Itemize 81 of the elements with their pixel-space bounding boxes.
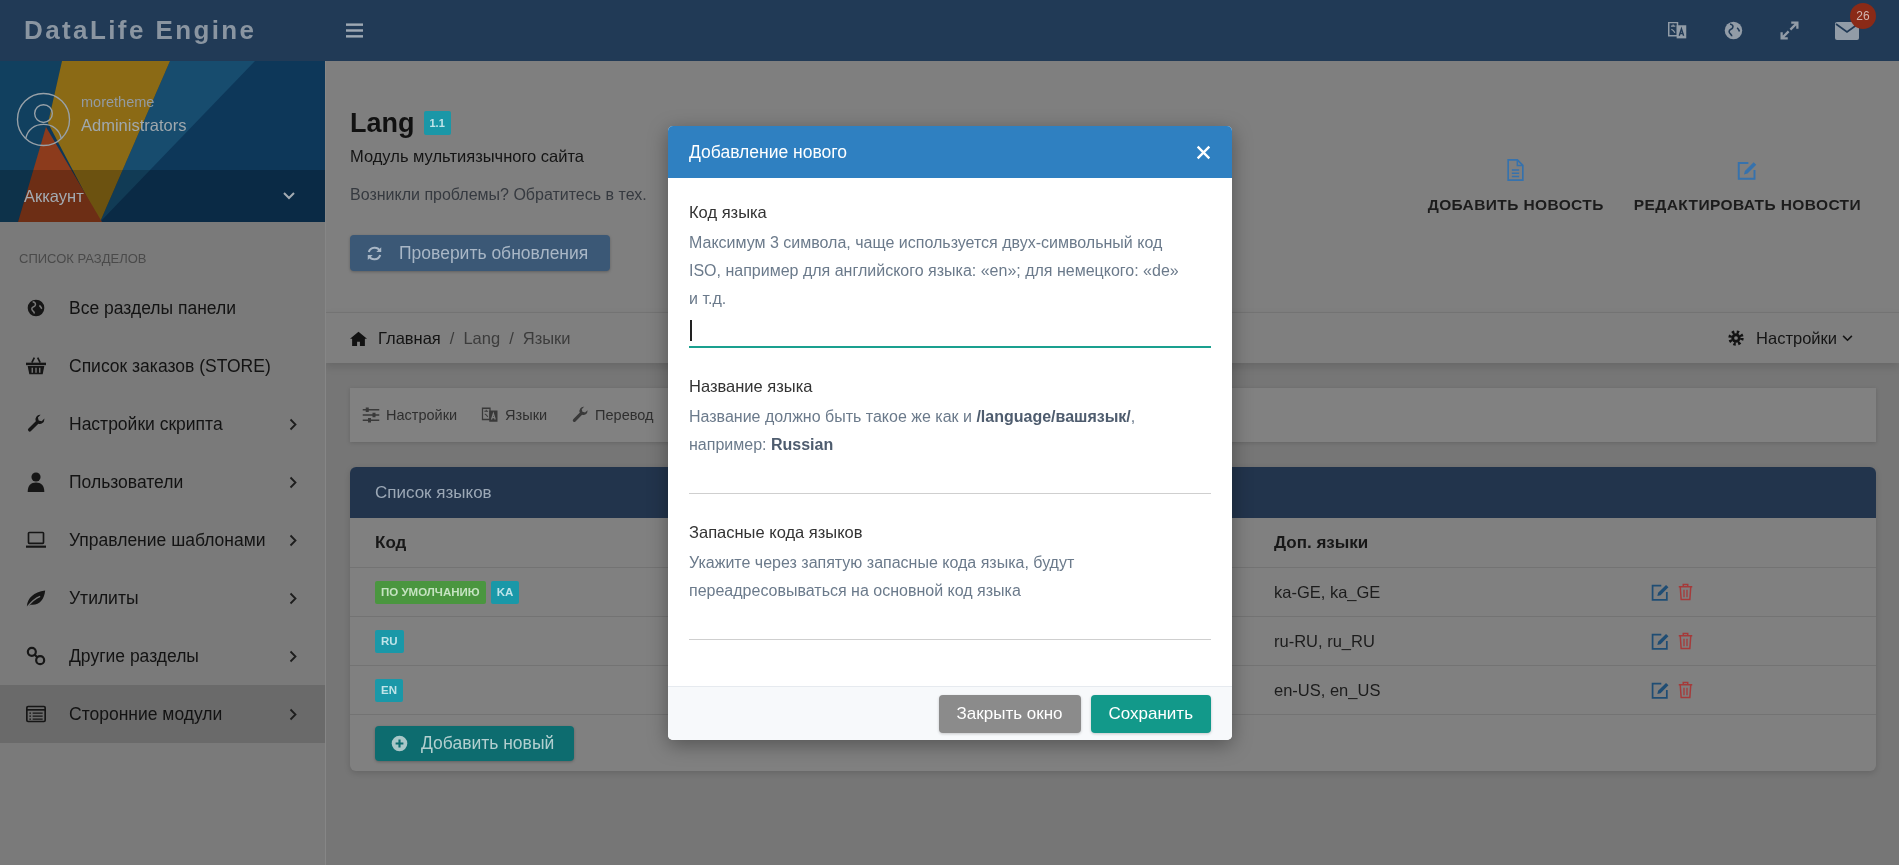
wrench-icon [26,414,46,434]
field-label: Название языка [689,377,813,395]
field-label: Запасные кода языков [689,523,863,541]
chevron-down-icon [283,192,295,200]
breadcrumb-link[interactable]: Главная [378,328,441,348]
sidebar-item[interactable]: Сторонние модули [0,685,325,743]
breadcrumb-link[interactable]: Lang [463,328,501,348]
default-tag: ПО УМОЛЧАНИЮ [375,580,486,604]
table-cell: ka-GE, ka_GE [1274,582,1381,602]
quick-action-link[interactable]: РЕДАКТИРОВАТЬ НОВОСТИ [1633,159,1861,215]
wrench-icon [571,406,590,424]
expand-icon[interactable] [1779,20,1800,41]
modal-title: Добавление нового [689,141,847,163]
column-header: Доп. языки [1274,532,1369,553]
breadcrumb-separator: / [449,328,455,348]
close-window-button[interactable]: Закрыть окно [938,694,1081,733]
breadcrumb-separator: / [509,328,514,348]
sidebar-item[interactable]: Утилиты [0,569,325,627]
language-code-tag: RU [375,629,404,653]
plus-circle-icon [391,735,408,752]
globe-icon[interactable] [1723,20,1744,41]
sidebar-item[interactable]: Управление шаблонами [0,511,325,569]
close-icon [1196,144,1211,160]
trash-icon[interactable] [1678,681,1693,699]
translate-icon [481,406,500,424]
add-new-button[interactable]: Добавить новый [375,726,575,761]
table-cell: en-US, en_US [1274,680,1381,700]
text-cursor-icon [690,320,692,341]
translate-icon[interactable] [1667,20,1688,41]
quick-action-link[interactable]: ДОБАВИТЬ НОВОСТЬ [1427,159,1604,215]
field-label: Код языка [689,203,767,221]
field-hint: Максимум 3 символа, чаще используется двух-символьный код ISO, например для английского языка: «en»; для немецкого: «de» и т.д. [689,233,1180,309]
save-button[interactable]: Сохранить [1090,694,1211,733]
envelope-icon[interactable] [1835,21,1859,40]
menu-icon[interactable] [346,23,363,38]
link-icon [26,646,46,666]
document-icon [1505,159,1527,181]
sliders-icon [362,406,380,424]
column-header: Код [375,532,407,553]
sidebar-item[interactable]: Другие разделы [0,627,325,685]
edit-icon[interactable] [1651,632,1670,650]
notification-count: 26 [1850,2,1876,29]
toolbar-link[interactable]: Перевод [571,406,654,424]
sidebar-item[interactable]: Список заказов (STORE) [0,337,325,395]
settings-dropdown[interactable]: Настройки [1728,328,1853,348]
globe-icon [26,298,46,318]
basket-icon [26,356,46,376]
refresh-icon [366,244,383,262]
avatar-icon [16,92,71,147]
trash-icon[interactable] [1678,583,1693,601]
page-subtitle: Модуль мультиязычного сайта [350,147,585,165]
sidebar-item[interactable]: Все разделы панели [0,279,325,337]
language-code-tag: KA [490,580,520,604]
support-text: Возникли проблемы? Обратитесь в тех. [350,186,647,203]
close-button[interactable] [1196,144,1211,160]
toolbar-link[interactable]: Настройки [362,406,458,424]
field-hint: Название должно быть такое же как и /language/вашязык/, например: Russian [689,407,1137,455]
sidebar-item[interactable]: Настройки скрипта [0,395,325,453]
list-window-icon [26,704,46,724]
edit-icon [1736,159,1758,181]
home-icon [350,330,367,346]
edit-icon[interactable] [1651,681,1670,699]
trash-icon[interactable] [1678,632,1693,650]
logo: DataLife Engine [24,15,257,45]
language-code-tag: EN [375,678,403,702]
sidebar-item[interactable]: Пользователи [0,453,325,511]
user-icon [26,472,46,492]
table-cell: ru-RU, ru_RU [1274,631,1375,651]
field-hint: Укажите через запятую запасные кода языка, будут переадресовываться на основной код языка [689,553,1076,601]
settings-icon [1728,330,1745,346]
breadcrumb-link[interactable]: Языки [522,328,571,348]
username: moretheme [81,92,156,112]
check-updates-button[interactable]: Проверить обновления [350,235,611,271]
laptop-icon [26,530,46,550]
version-tag: 1.1 [423,111,451,135]
edit-icon[interactable] [1651,583,1670,601]
page-title: Lang [350,107,415,139]
chevron-down-icon [1842,334,1853,342]
account-menu[interactable]: Аккаунт [0,170,325,222]
toolbar-link[interactable]: Языки [481,406,548,424]
leaf-icon [26,588,46,608]
